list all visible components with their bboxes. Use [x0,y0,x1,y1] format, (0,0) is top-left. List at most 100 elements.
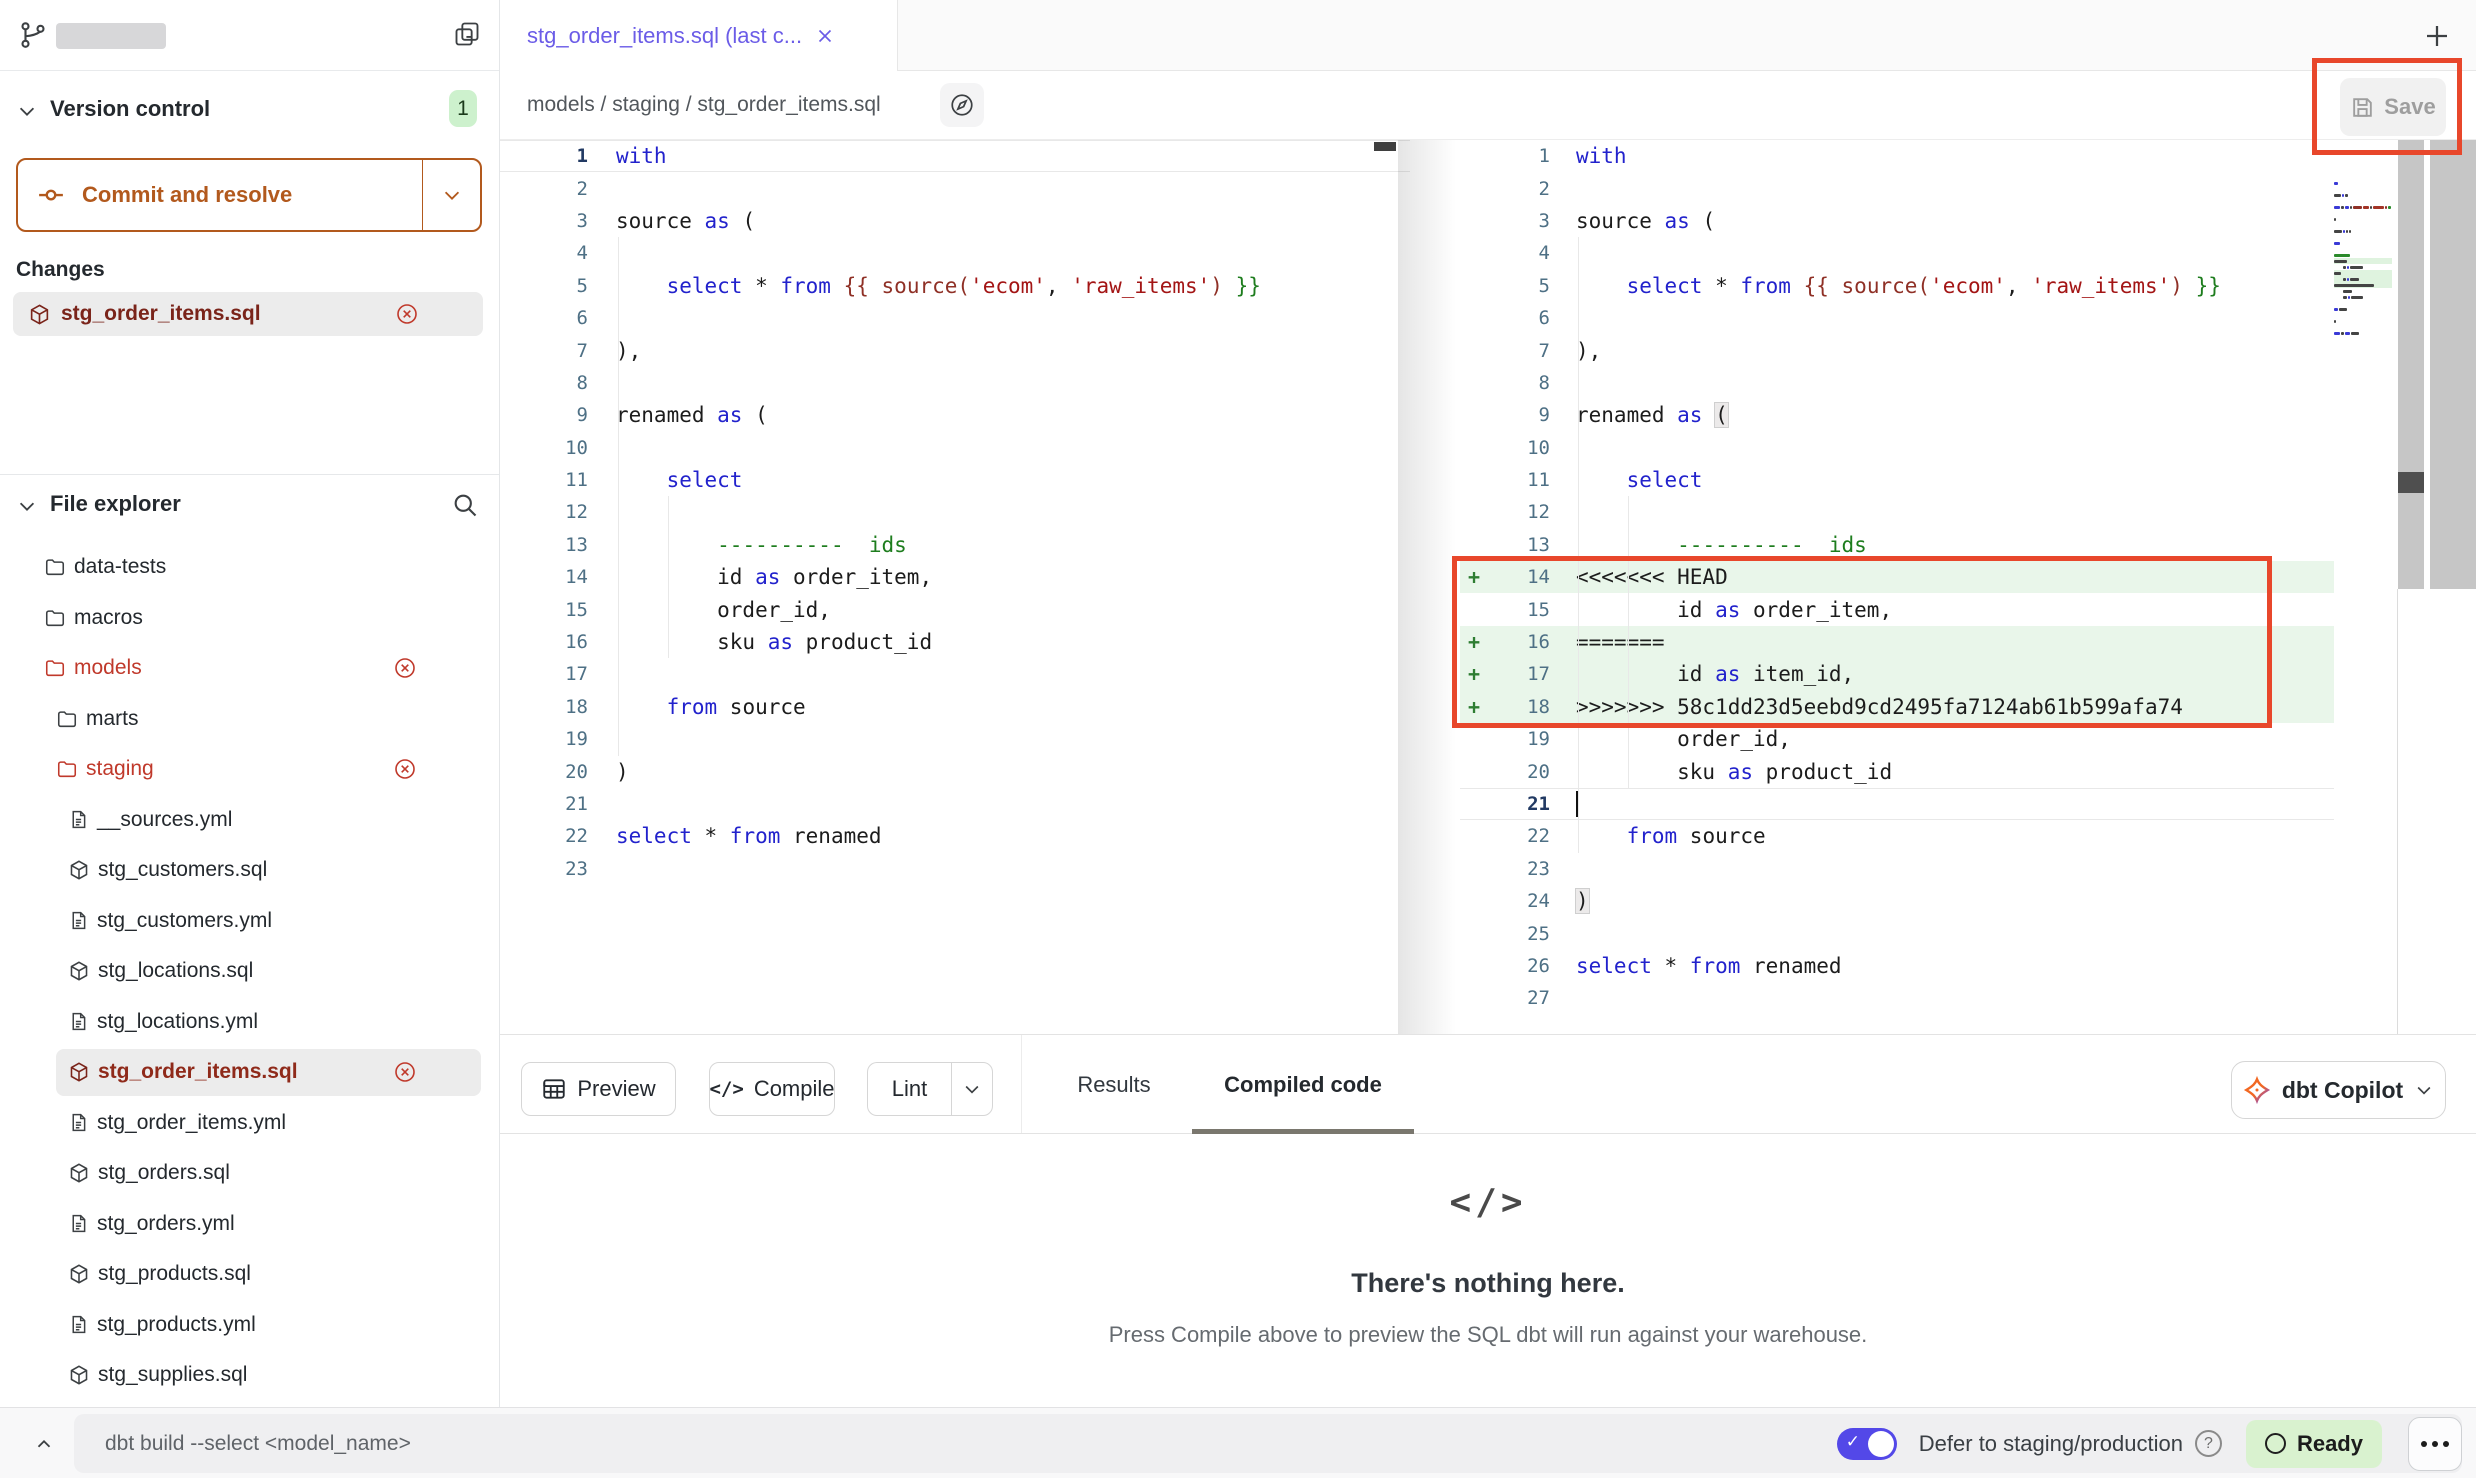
editor-pane-right[interactable]: 1with23source as (45 select * from {{ so… [1460,140,2334,1034]
preview-button[interactable]: Preview [521,1062,676,1116]
file-tree-item-stg-products-sql[interactable]: stg_products.sql [0,1249,499,1300]
code-line-11[interactable]: 11 select [500,464,1410,496]
file-tree-item-stg-customers-yml[interactable]: stg_customers.yml [0,896,499,947]
collapse-panel-button[interactable] [24,1426,64,1462]
code-line-24[interactable]: 24) [1460,885,2334,917]
code-line-10[interactable]: 10 [1460,432,2334,464]
tab-results[interactable]: Results [1061,1035,1167,1134]
editor-pane-left[interactable]: 1with23source as (45 select * from {{ so… [500,140,1410,1034]
tab-compiled-code[interactable]: Compiled code [1192,1035,1414,1134]
defer-toggle[interactable]: ✓ [1837,1428,1897,1460]
search-icon[interactable] [451,491,479,519]
save-button[interactable]: Save [2340,78,2446,136]
left-editor-scrollbar-thumb[interactable] [1374,142,1396,151]
code-line-6[interactable]: 6 [1460,302,2334,334]
version-control-collapse-icon[interactable] [16,100,38,122]
file-tree-item-stg-order-items-sql[interactable]: stg_order_items.sql [0,1047,499,1098]
minimap-track[interactable] [2430,140,2476,589]
scrollbar-track[interactable] [2398,140,2424,589]
code-line-3[interactable]: 3source as ( [1460,205,2334,237]
code-line-21[interactable]: 21 [1460,788,2334,820]
code-line-17[interactable]: +17 id as item_id, [1460,658,2334,690]
code-line-8[interactable]: 8 [1460,367,2334,399]
code-line-20[interactable]: 20) [500,755,1410,787]
commit-dropdown-button[interactable] [422,160,480,230]
help-icon[interactable]: ? [2195,1430,2222,1457]
code-line-4[interactable]: 4 [1460,237,2334,269]
discard-icon[interactable] [393,1060,417,1084]
close-icon[interactable] [814,25,836,47]
code-line-14[interactable]: 14 id as order_item, [500,561,1410,593]
new-tab-button[interactable] [2422,21,2452,51]
code-line-27[interactable]: 27 [1460,982,2334,1014]
code-line-7[interactable]: 7), [1460,334,2334,366]
file-tree-item-stg-orders-yml[interactable]: stg_orders.yml [0,1199,499,1250]
discard-change-icon[interactable] [395,302,419,326]
code-line-10[interactable]: 10 [500,432,1410,464]
dbt-copilot-button[interactable]: dbt Copilot [2231,1061,2446,1119]
tab-stg-order-items[interactable]: stg_order_items.sql (last c... [500,0,898,71]
code-line-25[interactable]: 25 [1460,917,2334,949]
code-line-15[interactable]: 15 order_id, [500,593,1410,625]
file-tree-item-stg-locations-yml[interactable]: stg_locations.yml [0,997,499,1048]
code-line-18[interactable]: 18 from source [500,691,1410,723]
code-line-19[interactable]: 19 order_id, [1460,723,2334,755]
code-line-5[interactable]: 5 select * from {{ source('ecom', 'raw_i… [1460,270,2334,302]
code-line-7[interactable]: 7), [500,334,1410,366]
file-tree-item-models[interactable]: models [0,643,499,694]
file-tree-item-stg-locations-sql[interactable]: stg_locations.sql [0,946,499,997]
code-line-2[interactable]: 2 [1460,172,2334,204]
code-line-23[interactable]: 23 [1460,853,2334,885]
code-line-20[interactable]: 20 sku as product_id [1460,755,2334,787]
discard-icon[interactable] [393,757,417,781]
code-line-3[interactable]: 3source as ( [500,205,1410,237]
lineage-button[interactable] [940,83,984,127]
file-tree-item--sources-yml[interactable]: __sources.yml [0,795,499,846]
code-line-13[interactable]: 13 ---------- ids [500,529,1410,561]
compile-button[interactable]: </> Compile [709,1062,835,1116]
copy-icon[interactable] [453,20,481,48]
file-tree-item-staging[interactable]: staging [0,744,499,795]
code-line-22[interactable]: 22 from source [1460,820,2334,852]
lint-dropdown-button[interactable] [951,1062,993,1116]
discard-icon[interactable] [393,656,417,680]
file-explorer-collapse-icon[interactable] [16,495,38,517]
more-options-button[interactable] [2408,1417,2462,1471]
code-line-26[interactable]: 26select * from renamed [1460,950,2334,982]
file-tree-item-macros[interactable]: macros [0,593,499,644]
code-line-5[interactable]: 5 select * from {{ source('ecom', 'raw_i… [500,270,1410,302]
minimap[interactable] [2334,180,2392,342]
code-line-12[interactable]: 12 [500,496,1410,528]
code-line-16[interactable]: 16 sku as product_id [500,626,1410,658]
code-line-14[interactable]: +14<<<<<<< HEAD [1460,561,2334,593]
code-line-9[interactable]: 9renamed as ( [500,399,1410,431]
code-line-1[interactable]: 1with [1460,140,2334,172]
ready-status-badge[interactable]: Ready [2246,1420,2382,1468]
code-line-19[interactable]: 19 [500,723,1410,755]
code-line-22[interactable]: 22select * from renamed [500,820,1410,852]
code-line-13[interactable]: 13 ---------- ids [1460,529,2334,561]
file-tree-item-data-tests[interactable]: data-tests [0,542,499,593]
code-line-23[interactable]: 23 [500,853,1410,885]
code-line-15[interactable]: 15 id as order_item, [1460,593,2334,625]
code-line-1[interactable]: 1with [500,140,1410,172]
code-line-17[interactable]: 17 [500,658,1410,690]
file-tree-item-stg-order-items-yml[interactable]: stg_order_items.yml [0,1098,499,1149]
file-tree-item-stg-products-yml[interactable]: stg_products.yml [0,1300,499,1351]
code-line-4[interactable]: 4 [500,237,1410,269]
changed-file-row[interactable]: stg_order_items.sql [13,292,483,336]
scrollbar-thumb[interactable] [2398,472,2424,493]
code-line-12[interactable]: 12 [1460,496,2334,528]
code-line-11[interactable]: 11 select [1460,464,2334,496]
file-tree-item-marts[interactable]: marts [0,694,499,745]
file-tree-item-stg-customers-sql[interactable]: stg_customers.sql [0,845,499,896]
commit-and-resolve-button[interactable]: Commit and resolve [16,158,482,232]
code-line-16[interactable]: +16======= [1460,626,2334,658]
code-line-18[interactable]: +18>>>>>>> 58c1dd23d5eebd9cd2495fa7124ab… [1460,691,2334,723]
file-tree-item-stg-orders-sql[interactable]: stg_orders.sql [0,1148,499,1199]
lint-button[interactable]: Lint [867,1062,951,1116]
code-line-21[interactable]: 21 [500,788,1410,820]
code-line-2[interactable]: 2 [500,172,1410,204]
code-line-8[interactable]: 8 [500,367,1410,399]
code-line-6[interactable]: 6 [500,302,1410,334]
